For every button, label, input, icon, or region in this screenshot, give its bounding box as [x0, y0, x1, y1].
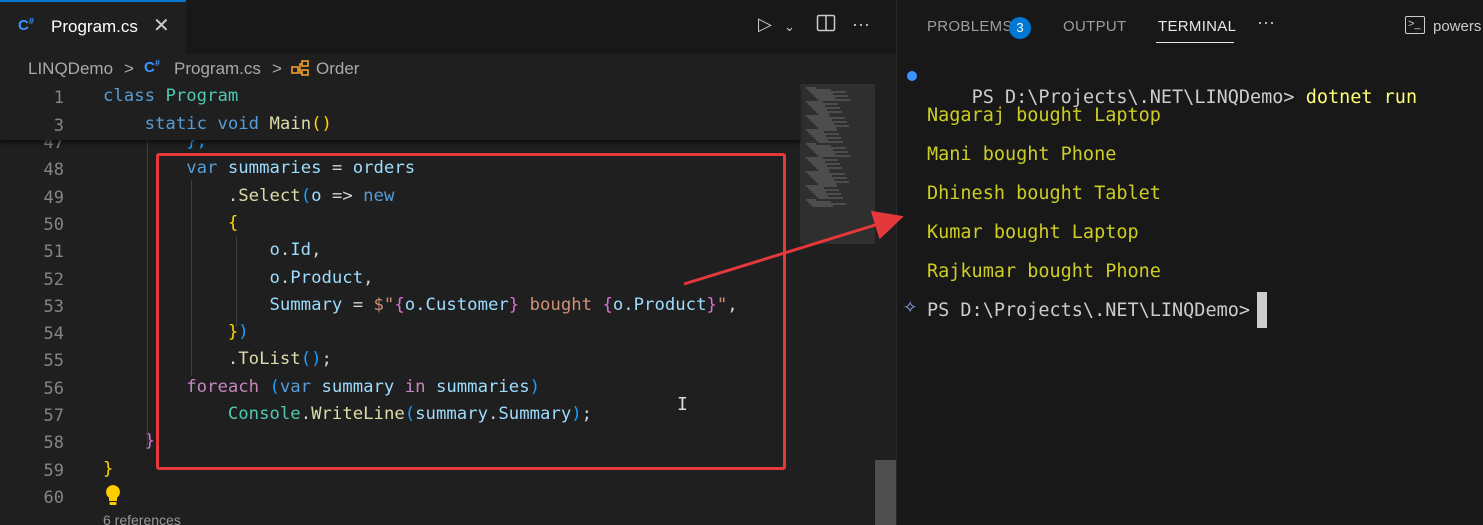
csharp-file-icon: C# [18, 16, 34, 34]
line-number[interactable]: 56 [0, 379, 64, 399]
problems-count-badge: 3 [1009, 17, 1031, 39]
vertical-scrollbar[interactable] [875, 84, 896, 525]
line-number[interactable]: 57 [0, 406, 64, 426]
breadcrumb: LINQDemo > C# Program.cs > Order [0, 54, 896, 84]
split-editor-icon[interactable] [816, 14, 836, 37]
shell-label[interactable]: powers [1433, 18, 1481, 35]
scrollbar-thumb[interactable] [875, 460, 896, 525]
line-number[interactable]: 52 [0, 270, 64, 290]
terminal-prompt: PS D:\Projects\.NET\LINQDemo> [927, 300, 1251, 321]
indent-guide [147, 140, 148, 446]
terminal-output-line: Kumar bought Laptop [927, 222, 1139, 243]
terminal-output-line: Dhinesh bought Tablet [927, 183, 1161, 204]
sparkle-icon[interactable]: ✧ [903, 298, 917, 318]
editor-tab-bar: C# Program.cs ✕ ▷ ⌄ ··· [0, 0, 896, 54]
tab-label: Program.cs [51, 17, 138, 36]
line-number[interactable]: 48 [0, 160, 64, 180]
terminal-command: dotnet run [1305, 87, 1418, 108]
line-number[interactable]: 59 [0, 461, 64, 481]
line-number[interactable]: 50 [0, 215, 64, 235]
close-icon[interactable]: ✕ [153, 13, 170, 38]
breadcrumb-separator: > [124, 59, 134, 78]
csharp-file-icon: C# [144, 58, 160, 76]
line-number[interactable]: 54 [0, 324, 64, 344]
line-number[interactable]: 51 [0, 242, 64, 262]
terminal-output-line: Mani bought Phone [927, 144, 1117, 165]
breadcrumb-separator: > [272, 59, 282, 78]
run-icon[interactable]: ▷ [758, 14, 772, 35]
breadcrumb-file[interactable]: Program.cs [174, 59, 261, 79]
code-text[interactable]: static void Main() [103, 114, 332, 134]
code-line[interactable]: 3 static void Main() [0, 112, 800, 139]
line-number[interactable]: 58 [0, 433, 64, 453]
tab-problems[interactable]: PROBLEMS [927, 18, 1013, 35]
code-text[interactable]: } [103, 459, 113, 479]
minimap[interactable] [800, 84, 872, 525]
bottom-panel: PROBLEMS 3 OUTPUT TERMINAL ··· >_ powers… [896, 0, 1483, 525]
breadcrumb-symbol[interactable]: Order [316, 59, 359, 79]
code-text[interactable]: class Program [103, 86, 238, 106]
command-status-dot[interactable] [907, 71, 917, 81]
more-actions-icon[interactable]: ··· [852, 14, 870, 35]
terminal-output-line: Nagaraj bought Laptop [927, 105, 1161, 126]
text-cursor-icon: I [677, 394, 688, 415]
line-number[interactable]: 53 [0, 297, 64, 317]
terminal-shell-icon[interactable]: >_ [1405, 16, 1425, 34]
class-symbol-icon [290, 58, 310, 83]
more-icon[interactable]: ··· [1257, 12, 1275, 33]
codelens-references[interactable]: 6 references [103, 512, 181, 525]
line-number[interactable]: 55 [0, 351, 64, 371]
terminal-cursor [1257, 292, 1267, 328]
tab-program-cs[interactable]: C# Program.cs ✕ [0, 0, 186, 54]
lightbulb-icon[interactable] [104, 484, 122, 511]
line-number[interactable]: 60 [0, 488, 64, 508]
editor-pane: C# Program.cs ✕ ▷ ⌄ ··· LINQDemo > C# Pr… [0, 0, 896, 525]
terminal-output-line: Rajkumar bought Phone [927, 261, 1161, 282]
sticky-scroll-header[interactable]: 1 class Program 3 static void Main() [0, 84, 800, 140]
breadcrumb-project[interactable]: LINQDemo [28, 59, 113, 79]
code-line[interactable]: 1 class Program [0, 84, 800, 111]
line-number[interactable]: 3 [0, 116, 64, 136]
active-tab-indicator [1156, 42, 1234, 43]
line-number[interactable]: 1 [0, 88, 64, 108]
tab-terminal[interactable]: TERMINAL [1158, 18, 1236, 35]
highlight-box [156, 153, 786, 470]
chevron-down-icon[interactable]: ⌄ [784, 19, 795, 35]
tab-output[interactable]: OUTPUT [1063, 18, 1126, 35]
line-number[interactable]: 49 [0, 188, 64, 208]
